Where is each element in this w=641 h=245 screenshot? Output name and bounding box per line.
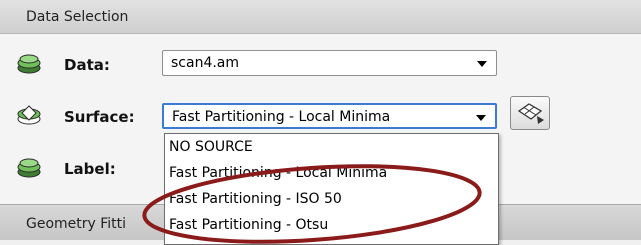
surface-dropdown-list[interactable]: NO SOURCE Fast Partitioning - Local Mini… [164,133,499,245]
mesh-tool-icon [517,103,544,124]
chevron-down-icon [476,115,486,121]
dropdown-option[interactable]: Fast Partitioning - Otsu [169,217,328,233]
data-selection-header[interactable]: Data Selection [0,0,641,34]
surface-value: Fast Partitioning - Local Minima [172,109,391,125]
surface-combobox[interactable]: Fast Partitioning - Local Minima [162,103,497,129]
geometry-section-title: Geometry Fitti [26,216,127,232]
label-layer-icon [17,158,41,178]
dropdown-option[interactable]: Fast Partitioning - Local Minima [169,165,387,181]
data-value: scan4.am [171,55,240,71]
label-label: Label: [64,160,116,178]
dropdown-option[interactable]: Fast Partitioning - ISO 50 [169,191,342,207]
data-combobox[interactable]: scan4.am [162,50,497,76]
mesh-tool-button[interactable] [510,96,550,130]
surface-label: Surface: [64,108,135,126]
surface-layer-icon [17,105,41,125]
data-label: Data: [64,56,110,74]
dropdown-option[interactable]: NO SOURCE [169,139,253,155]
data-layer-icon [17,54,41,74]
panel-title: Data Selection [26,9,129,25]
chevron-down-icon [477,61,487,67]
